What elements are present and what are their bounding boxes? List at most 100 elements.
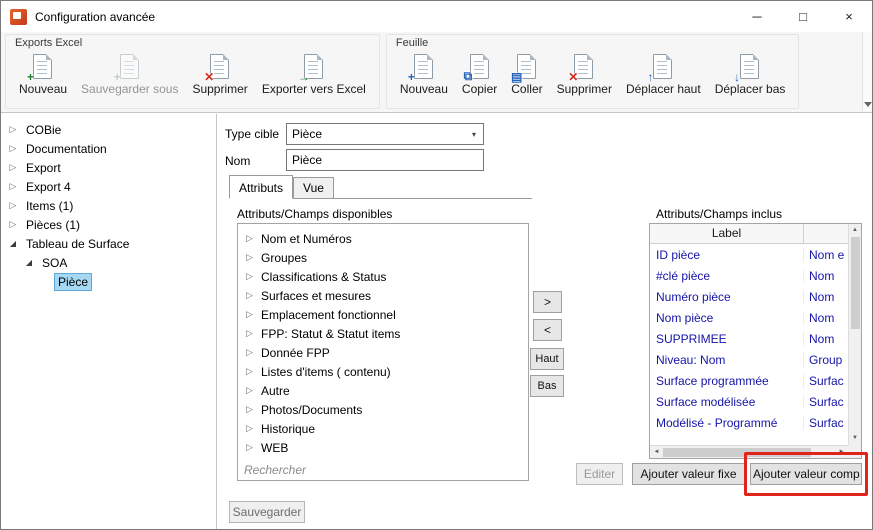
ribbon-button-exporter-vers-excel[interactable]: →Exporter vers Excel: [255, 50, 373, 98]
tree-expander-icon[interactable]: ▷: [246, 442, 257, 453]
tree-expander-icon[interactable]: ▷: [246, 309, 257, 320]
tree-expander-icon[interactable]: ▷: [7, 143, 19, 154]
nom-input[interactable]: [286, 149, 484, 171]
copy-icon: ⧉: [468, 54, 492, 80]
available-item-nom-et-numeros[interactable]: ▷ Nom et Numéros: [238, 229, 528, 248]
tree-expander-icon[interactable]: ◢: [7, 239, 19, 248]
search-input[interactable]: [237, 459, 529, 481]
available-item-autre[interactable]: ▷Autre: [238, 381, 528, 400]
tree-item-pieces-1[interactable]: ▷Pièces (1): [1, 215, 216, 234]
available-item-emplacement-fonctionnel[interactable]: ▷ Emplacement fonctionnel: [238, 305, 528, 324]
ribbon-button-deplacer-haut[interactable]: ↑Déplacer haut: [619, 50, 708, 98]
cell-category: Nom: [804, 269, 848, 283]
tree-expander-icon[interactable]: ▷: [246, 252, 257, 263]
table-row[interactable]: Nom pièceNom: [650, 307, 848, 328]
move-up-button[interactable]: Haut: [530, 348, 564, 370]
tree-expander-icon[interactable]: ▷: [246, 271, 257, 282]
app-icon: [10, 9, 27, 25]
table-row[interactable]: Surface modéliséeSurfac: [650, 391, 848, 412]
minimize-button[interactable]: ─: [734, 1, 780, 32]
cell-category: Surfac: [804, 374, 848, 388]
tree-expander-icon[interactable]: ▷: [7, 162, 19, 173]
table-row[interactable]: Surface programméeSurfac: [650, 370, 848, 391]
ribbon-button-supprimer[interactable]: ✕Supprimer: [550, 50, 619, 98]
tree-item-soa[interactable]: ◢SOA: [1, 253, 216, 272]
tree-item-label: COBie: [22, 121, 65, 139]
table-row[interactable]: Numéro pièceNom: [650, 286, 848, 307]
cell-category: Group: [804, 353, 848, 367]
excel-save-as-icon: +: [118, 54, 142, 80]
tree-item-cobie[interactable]: ▷COBie: [1, 120, 216, 139]
save-button[interactable]: Sauvegarder: [229, 501, 305, 523]
tree-expander-icon[interactable]: ▷: [7, 124, 19, 135]
tree-item-label: Pièces (1): [22, 216, 84, 234]
tree-expander-icon[interactable]: ◢: [23, 258, 35, 267]
tree-expander-icon[interactable]: ▷: [246, 347, 257, 358]
column-header-extra[interactable]: [804, 224, 848, 243]
tab-vue[interactable]: Vue: [293, 177, 334, 198]
available-item-web[interactable]: ▷WEB: [238, 438, 528, 457]
ribbon-scrollbar[interactable]: [862, 32, 872, 111]
ribbon-button-nouveau[interactable]: +Nouveau: [12, 50, 74, 98]
maximize-button[interactable]: □: [780, 1, 826, 32]
scroll-right-icon[interactable]: ►: [835, 446, 848, 459]
ribbon-button-supprimer[interactable]: ✕Supprimer: [185, 50, 254, 98]
edit-button[interactable]: Editer: [576, 463, 623, 485]
tree-item-export[interactable]: ▷Export: [1, 158, 216, 177]
tree-expander-icon[interactable]: ▷: [246, 385, 257, 396]
scrollbar-thumb[interactable]: [663, 448, 811, 457]
add-fixed-value-button[interactable]: Ajouter valeur fixe: [632, 463, 745, 485]
add-button[interactable]: >: [533, 291, 562, 313]
scroll-down-icon[interactable]: ▼: [849, 432, 862, 445]
available-item-fpp-statut-statut-items[interactable]: ▷FPP: Statut & Statut items: [238, 324, 528, 343]
tree-item-tableau-de-surface[interactable]: ◢Tableau de Surface: [1, 234, 216, 253]
tree-expander-icon[interactable]: ▷: [7, 181, 19, 192]
available-item-label: Nom et Numéros: [261, 232, 352, 246]
remove-button[interactable]: <: [533, 319, 562, 341]
tree-expander-icon[interactable]: ▷: [246, 366, 257, 377]
ribbon-button-nouveau[interactable]: +Nouveau: [393, 50, 455, 98]
table-row[interactable]: SUPPRIMEENom: [650, 328, 848, 349]
vertical-scrollbar[interactable]: ▲ ▼: [848, 224, 861, 445]
tree-expander-icon[interactable]: ▷: [7, 219, 19, 230]
tree-item-export-4[interactable]: ▷Export 4: [1, 177, 216, 196]
available-item-surfaces-et-mesures[interactable]: ▷Surfaces et mesures: [238, 286, 528, 305]
available-item-donnee-fpp[interactable]: ▷Donnée FPP: [238, 343, 528, 362]
table-row[interactable]: ID pièceNom e: [650, 244, 848, 265]
tab-attributs[interactable]: Attributs: [229, 175, 293, 199]
type-cible-select[interactable]: Pièce ▾: [286, 123, 484, 145]
available-item-historique[interactable]: ▷Historique: [238, 419, 528, 438]
available-item-groupes[interactable]: ▷Groupes: [238, 248, 528, 267]
table-row[interactable]: Modélisé - ProgramméSurfac: [650, 412, 848, 433]
tree-item-piece[interactable]: Pièce: [1, 272, 216, 291]
cell-category: Surfac: [804, 416, 848, 430]
tree-expander-icon[interactable]: ▷: [246, 404, 257, 415]
move-down-button[interactable]: Bas: [530, 375, 564, 397]
excel-new-icon: +: [31, 54, 55, 80]
available-item-photos-documents[interactable]: ▷Photos/Documents: [238, 400, 528, 419]
close-button[interactable]: ×: [826, 1, 872, 32]
tree-expander-icon[interactable]: ▷: [246, 290, 257, 301]
tree-item-items-1[interactable]: ▷Items (1): [1, 196, 216, 215]
scroll-up-icon[interactable]: ▲: [849, 224, 862, 237]
tree-expander-icon[interactable]: ▷: [246, 233, 257, 244]
available-item-label: Emplacement fonctionnel: [261, 308, 396, 322]
column-header-label[interactable]: Label: [650, 224, 804, 243]
tree-expander-icon[interactable]: ▷: [246, 423, 257, 434]
ribbon-button-copier[interactable]: ⧉Copier: [455, 50, 504, 98]
tree-item-documentation[interactable]: ▷Documentation: [1, 139, 216, 158]
horizontal-scrollbar[interactable]: ◄ ►: [650, 445, 848, 458]
table-row[interactable]: Niveau: NomGroup: [650, 349, 848, 370]
scrollbar-thumb[interactable]: [851, 237, 860, 329]
available-item-classifications-status[interactable]: ▷Classifications & Status: [238, 267, 528, 286]
ribbon-button-sauvegarder-sous[interactable]: +Sauvegarder sous: [74, 50, 185, 98]
add-computed-value-button[interactable]: Ajouter valeur comp: [750, 463, 862, 485]
ribbon-button-coller[interactable]: ▤Coller: [504, 50, 549, 98]
ribbon-button-deplacer-bas[interactable]: ↓Déplacer bas: [708, 50, 793, 98]
available-item-listes-d-items-contenu[interactable]: ▷Listes d'items ( contenu): [238, 362, 528, 381]
ribbon-button-label: Exporter vers Excel: [262, 82, 366, 96]
scroll-left-icon[interactable]: ◄: [650, 446, 663, 459]
table-row[interactable]: #clé pièceNom: [650, 265, 848, 286]
tree-expander-icon[interactable]: ▷: [7, 200, 19, 211]
tree-expander-icon[interactable]: ▷: [246, 328, 257, 339]
